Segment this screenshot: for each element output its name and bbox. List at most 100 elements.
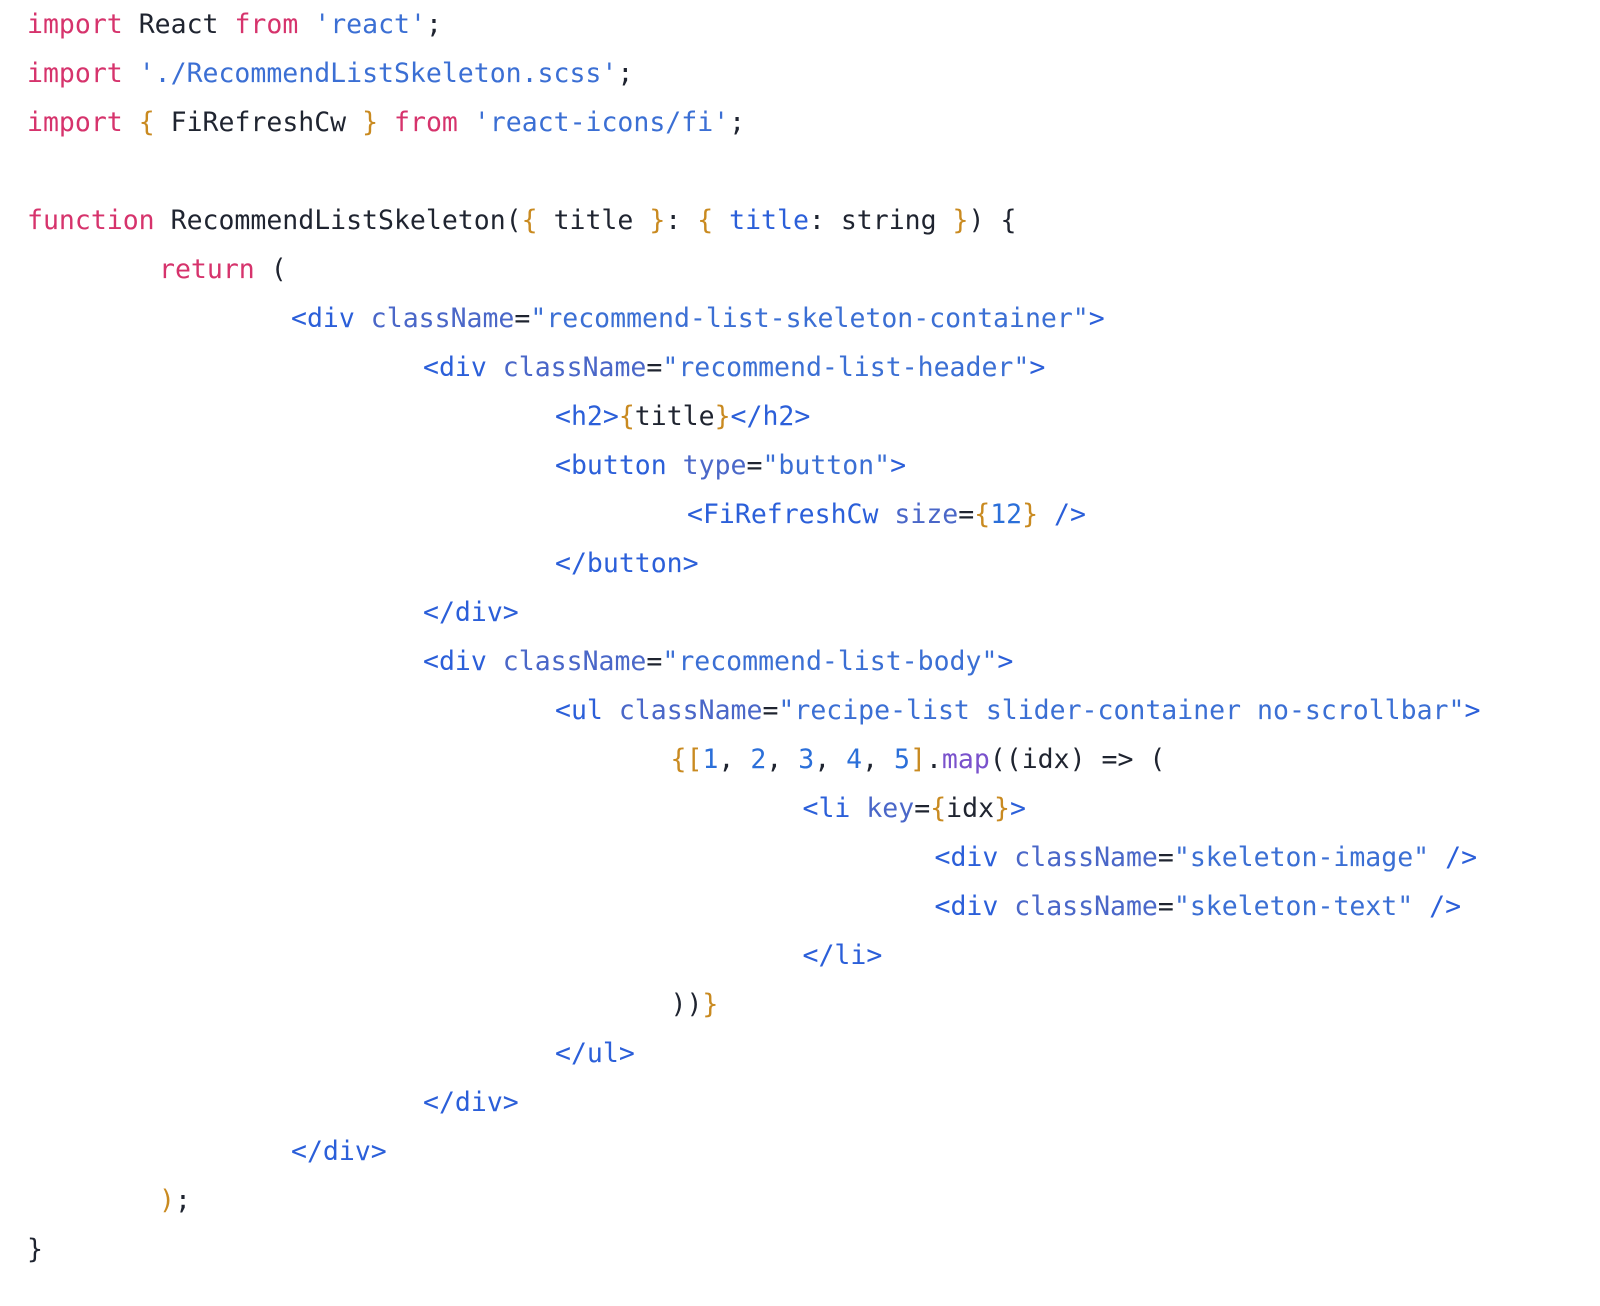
- code-line[interactable]: }: [0, 1225, 1600, 1274]
- code-token: FiRefreshCw: [170, 107, 347, 138]
- code-line[interactable]: </div>: [0, 1127, 1600, 1176]
- code-line[interactable]: {[1, 2, 3, 4, 5].map((idx) => (: [0, 735, 1600, 784]
- code-token: title: [634, 401, 715, 432]
- code-line[interactable]: import { FiRefreshCw } from 'react-icons…: [0, 98, 1600, 147]
- code-token: from: [394, 107, 458, 138]
- code-token: "skeleton-text": [1173, 891, 1414, 922]
- code-token: 'react-icons/fi': [473, 107, 730, 138]
- code-token: ;: [729, 107, 746, 138]
- code-token: 'react': [314, 9, 426, 40]
- code-line[interactable]: import React from 'react';: [0, 0, 1600, 49]
- code-token: from: [234, 9, 299, 40]
- code-line[interactable]: </ul>: [0, 1029, 1600, 1078]
- code-line[interactable]: <h2>{title}</h2>: [0, 392, 1600, 441]
- code-token: <li: [802, 793, 851, 824]
- code-token: className: [502, 352, 647, 383]
- code-line[interactable]: <FiRefreshCw size={12} />: [0, 490, 1600, 539]
- code-token: {: [1000, 205, 1017, 236]
- code-token: {: [618, 401, 635, 432]
- code-token: =: [646, 646, 663, 677]
- code-token: </button>: [555, 548, 699, 579]
- code-token: ;: [425, 9, 442, 40]
- code-line[interactable]: function RecommendListSkeleton({ title }…: [0, 196, 1600, 245]
- code-token: =: [514, 303, 531, 334]
- code-token: 2: [750, 744, 767, 775]
- code-token: "button": [762, 450, 891, 481]
- code-token: return: [159, 254, 255, 285]
- code-token: map: [941, 744, 990, 775]
- code-token: [: [686, 744, 703, 775]
- code-token: <h2>: [555, 401, 619, 432]
- code-token: </h2>: [730, 401, 811, 432]
- code-token: =: [958, 499, 975, 530]
- code-token: className: [1014, 891, 1158, 922]
- code-line[interactable]: ))}: [0, 980, 1600, 1029]
- code-line[interactable]: );: [0, 1176, 1600, 1225]
- code-token: }: [362, 107, 379, 138]
- code-token: import: [27, 107, 123, 138]
- code-token: 5: [894, 744, 910, 775]
- code-token: =: [1157, 842, 1174, 873]
- code-token: (: [505, 205, 522, 236]
- code-line[interactable]: </li>: [0, 931, 1600, 980]
- code-token: ,: [814, 744, 847, 775]
- code-token: }: [27, 1234, 43, 1265]
- code-token: 3: [798, 744, 815, 775]
- code-token: "recipe-list slider-container no-scrollb…: [778, 695, 1465, 726]
- code-line[interactable]: <ul className="recipe-list slider-contai…: [0, 686, 1600, 735]
- code-token: className: [502, 646, 647, 677]
- code-token: {: [930, 793, 947, 824]
- code-token: 12: [990, 499, 1023, 530]
- code-token: =: [1157, 891, 1174, 922]
- code-token: <FiRefreshCw: [687, 499, 879, 530]
- code-token: </div>: [291, 1136, 387, 1167]
- code-token: size: [894, 499, 959, 530]
- code-token: type: [682, 450, 747, 481]
- code-token: </div>: [423, 1087, 519, 1118]
- code-token: import: [27, 9, 123, 40]
- code-line[interactable]: <div className="skeleton-image" />: [0, 833, 1600, 882]
- code-token: {: [974, 499, 991, 530]
- code-line[interactable]: <li key={idx}>: [0, 784, 1600, 833]
- code-line[interactable]: return (: [0, 245, 1600, 294]
- code-token: title: [553, 205, 634, 236]
- code-token: }: [952, 205, 969, 236]
- code-token: </div>: [423, 597, 519, 628]
- code-line[interactable]: <div className="skeleton-text" />: [0, 882, 1600, 931]
- code-line[interactable]: <button type="button">: [0, 441, 1600, 490]
- code-token: RecommendListSkeleton: [170, 205, 506, 236]
- code-token: React: [138, 9, 219, 40]
- code-token: title: [729, 205, 809, 236]
- code-token: idx: [946, 793, 995, 824]
- code-token: './RecommendListSkeleton.scss': [138, 58, 618, 89]
- code-line[interactable]: </div>: [0, 1078, 1600, 1127]
- code-token: "skeleton-image": [1173, 842, 1430, 873]
- code-line[interactable]: <div className="recommend-list-header">: [0, 343, 1600, 392]
- code-line[interactable]: <div className="recommend-list-skeleton-…: [0, 294, 1600, 343]
- code-token: <div: [423, 352, 487, 383]
- code-line[interactable]: </button>: [0, 539, 1600, 588]
- code-token: />: [1054, 499, 1086, 530]
- code-token: className: [370, 303, 515, 334]
- code-line[interactable]: <div className="recommend-list-body">: [0, 637, 1600, 686]
- code-viewer[interactable]: import React from 'react'; import './Reco…: [0, 0, 1600, 1306]
- code-token: "recommend-list-body": [662, 646, 998, 677]
- code-token: =: [746, 450, 763, 481]
- code-line[interactable]: </div>: [0, 588, 1600, 637]
- code-token: =: [646, 352, 663, 383]
- code-line[interactable]: [0, 147, 1600, 196]
- code-line[interactable]: import './RecommendListSkeleton.scss';: [0, 49, 1600, 98]
- code-token: className: [1014, 842, 1158, 873]
- code-token: ,: [766, 744, 799, 775]
- code-token: }: [649, 205, 666, 236]
